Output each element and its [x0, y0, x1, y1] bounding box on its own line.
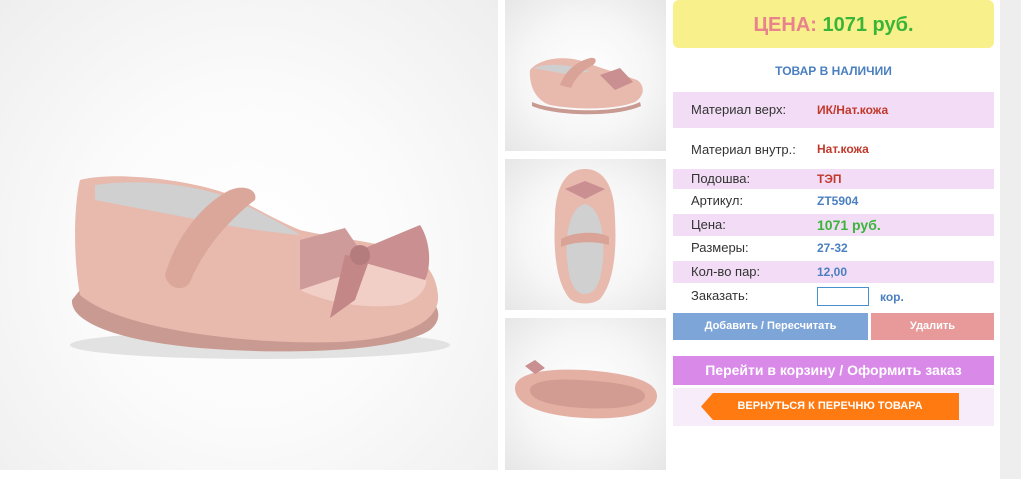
detail-value: ZT5904 [817, 194, 859, 208]
delete-button[interactable]: Удалить [871, 313, 994, 340]
detail-label: Материал верх: [691, 102, 787, 117]
detail-row-material-inner: Материал внутр.: Нат.кожа [673, 133, 994, 166]
detail-value: Нат.кожа [817, 142, 869, 156]
price-label: ЦЕНА: [753, 14, 817, 36]
detail-label: Размеры: [691, 240, 749, 255]
go-to-cart-button[interactable]: Перейти в корзину / Оформить заказ [673, 356, 994, 385]
detail-label: Подошва: [691, 171, 751, 186]
detail-label: Артикул: [691, 193, 744, 208]
detail-value: ИК/Нат.кожа [817, 103, 889, 117]
shoe-thumbnail-3-image [515, 360, 657, 419]
detail-label: Кол-во пар: [691, 264, 761, 279]
order-label: Заказать: [691, 288, 749, 303]
detail-row-article: Артикул: ZT5904 [673, 191, 994, 211]
shoe-side-image [70, 176, 450, 359]
detail-value: 1071 руб. [817, 217, 881, 233]
thumbnail-top-view[interactable] [505, 159, 666, 310]
detail-label: Цена: [691, 217, 726, 232]
detail-row-material-upper: Материал верх: ИК/Нат.кожа [673, 92, 994, 128]
detail-row-sizes: Размеры: 27-32 [673, 238, 994, 258]
availability-status: ТОВАР В НАЛИЧИИ [775, 64, 892, 78]
price-banner: ЦЕНА: 1071 руб. [673, 0, 994, 48]
detail-row-sole: Подошва: ТЭП [673, 169, 994, 189]
price-value: 1071 руб. [822, 14, 914, 36]
detail-label: Материал внутр.: [691, 142, 796, 157]
detail-value: 12,00 [817, 265, 848, 279]
detail-row-pairs: Кол-во пар: 12,00 [673, 261, 994, 283]
shoe-thumbnail-2-image [554, 169, 616, 304]
detail-value: 27-32 [817, 241, 848, 255]
thumbnail-sole-view[interactable] [505, 318, 666, 470]
page-side-strip [1000, 0, 1021, 479]
thumbnail-side-view[interactable] [505, 0, 666, 151]
shoe-thumbnail-1-image [529, 57, 643, 115]
order-unit: кор. [880, 290, 904, 304]
detail-row-price: Цена: 1071 руб. [673, 214, 994, 236]
add-recalculate-button[interactable]: Добавить / Пересчитать [673, 313, 868, 340]
order-quantity-input[interactable] [817, 287, 869, 306]
main-product-photo [0, 0, 498, 470]
back-to-list-button[interactable]: ВЕРНУТЬСЯ К ПЕРЕЧНЮ ТОВАРА [701, 393, 959, 420]
detail-value: ТЭП [817, 172, 842, 186]
